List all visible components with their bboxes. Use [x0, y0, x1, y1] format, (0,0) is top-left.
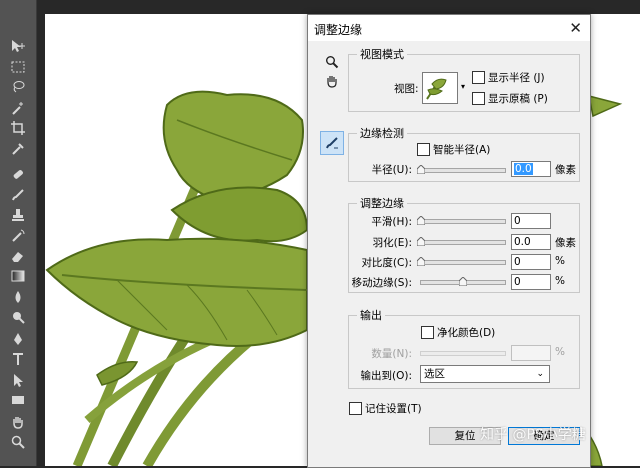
output-to-label: 输出到(O): — [360, 370, 413, 382]
dialog-titlebar[interactable]: 调整边缘 ✕ — [308, 15, 590, 41]
radius-value: 0.0 — [514, 163, 533, 175]
crop-icon[interactable] — [6, 118, 30, 138]
shift-edge-label: 移动边缘(S): — [351, 277, 412, 289]
contrast-input[interactable]: 0 — [511, 254, 551, 270]
move-icon[interactable] — [6, 36, 30, 56]
show-original-checkbox[interactable] — [472, 92, 485, 105]
smart-radius-checkbox[interactable] — [417, 143, 430, 156]
feather-label: 羽化(E): — [372, 237, 412, 249]
rectangle-icon[interactable] — [6, 390, 30, 410]
radius-input[interactable]: 0.0 — [511, 161, 551, 177]
marquee-icon[interactable] — [6, 57, 30, 77]
tools-panel — [0, 0, 37, 466]
refine-radius-tool[interactable] — [320, 131, 344, 155]
refine-brush-icon[interactable] — [321, 132, 343, 154]
view-label: 视图: — [394, 83, 419, 95]
eyedropper-icon[interactable] — [6, 139, 30, 159]
radius-label: 半径(U): — [371, 164, 412, 176]
show-radius-checkbox[interactable] — [472, 71, 485, 84]
shift-edge-unit: % — [555, 275, 565, 287]
smooth-slider[interactable] — [417, 216, 506, 225]
radius-slider[interactable] — [417, 165, 506, 174]
show-original-label: 显示原稿 (P) — [488, 93, 548, 105]
view-thumbnail-dropdown[interactable]: ▾ — [422, 72, 465, 104]
view-mode-legend: 视图模式 — [360, 48, 404, 61]
amount-slider[interactable] — [420, 351, 506, 356]
watermark-text: 知乎 @PS小学糖 — [480, 427, 586, 443]
output-to-select[interactable]: 选区 ⌄ — [420, 365, 550, 383]
remember-settings-checkbox[interactable] — [349, 402, 362, 415]
pen-icon[interactable] — [6, 329, 30, 349]
smooth-input[interactable]: 0 — [511, 213, 551, 229]
feather-slider[interactable] — [417, 237, 506, 246]
zoom-icon[interactable] — [323, 53, 341, 71]
amount-input[interactable] — [511, 345, 551, 361]
decontaminate-checkbox[interactable] — [421, 326, 434, 339]
dialog-title: 调整边缘 — [314, 23, 363, 37]
refine-edge-dialog: 调整边缘 ✕ 视图模式 视图: ▾ 显示半径 (J) 显示原稿 (P) 边缘检测… — [307, 14, 591, 468]
magic-wand-icon[interactable] — [6, 98, 30, 118]
history-brush-icon[interactable] — [6, 226, 30, 246]
lasso-icon[interactable] — [6, 77, 30, 97]
output-legend: 输出 — [360, 309, 382, 322]
edge-detection-legend: 边缘检测 — [360, 127, 404, 140]
path-selection-icon[interactable] — [6, 370, 30, 390]
adjust-edge-legend: 调整边缘 — [360, 197, 404, 210]
decontaminate-label: 净化颜色(D) — [437, 327, 496, 339]
hand-icon[interactable] — [323, 72, 341, 90]
shift-edge-slider-thumb[interactable] — [459, 277, 467, 286]
eraser-icon[interactable] — [6, 246, 30, 266]
feather-input[interactable]: 0.0 — [511, 234, 551, 250]
healing-brush-icon[interactable] — [6, 164, 30, 184]
chevron-down-icon: ⌄ — [536, 369, 544, 379]
gradient-icon[interactable] — [6, 266, 30, 286]
smooth-label: 平滑(H): — [371, 216, 412, 228]
blur-icon[interactable] — [6, 287, 30, 307]
remember-settings-label: 记住设置(T) — [365, 403, 422, 415]
hand-icon[interactable] — [6, 412, 30, 432]
zoom-icon[interactable] — [6, 432, 30, 452]
smart-radius-label: 智能半径(A) — [433, 144, 491, 156]
feather-unit: 像素 — [555, 237, 576, 249]
view-thumbnail-image — [426, 78, 447, 100]
clone-stamp-icon[interactable] — [6, 205, 30, 225]
contrast-slider-thumb[interactable] — [417, 257, 425, 266]
brush-icon[interactable] — [6, 185, 30, 205]
smooth-slider-thumb[interactable] — [417, 216, 425, 225]
contrast-unit: % — [555, 255, 565, 267]
radius-unit: 像素 — [555, 164, 576, 176]
show-radius-label: 显示半径 (J) — [488, 72, 545, 84]
amount-unit: % — [555, 346, 565, 358]
zoom-tool[interactable] — [323, 53, 341, 71]
type-icon[interactable] — [6, 349, 30, 369]
contrast-label: 对比度(C): — [361, 257, 412, 269]
shift-edge-slider[interactable] — [420, 277, 506, 286]
shift-edge-input[interactable]: 0 — [511, 274, 551, 290]
output-to-value: 选区 — [424, 368, 445, 380]
contrast-slider[interactable] — [417, 257, 506, 266]
radius-slider-thumb[interactable] — [417, 165, 425, 174]
chevron-down-icon[interactable]: ▾ — [461, 82, 465, 91]
feather-slider-thumb[interactable] — [417, 237, 425, 246]
amount-label: 数量(N): — [371, 348, 412, 360]
dodge-icon[interactable] — [6, 307, 30, 327]
hand-tool[interactable] — [323, 72, 341, 90]
close-icon[interactable]: ✕ — [569, 19, 582, 37]
